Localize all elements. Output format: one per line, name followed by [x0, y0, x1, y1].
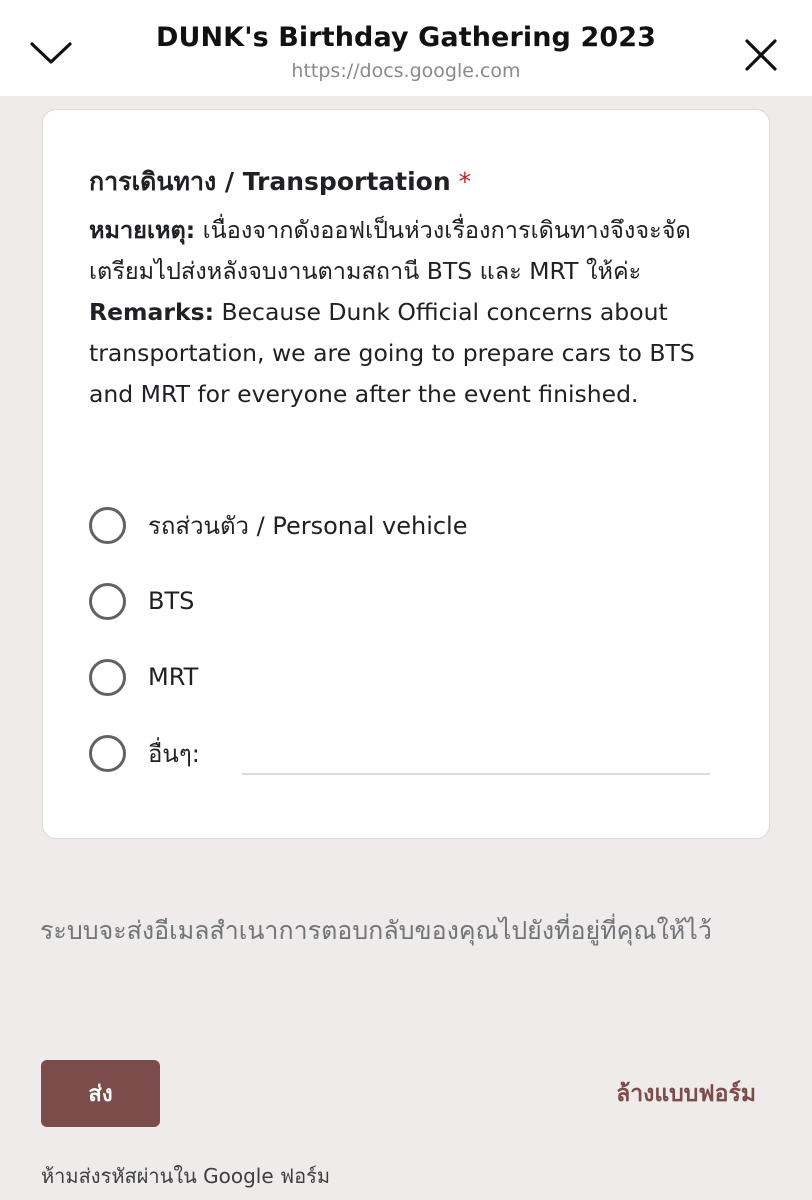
- required-asterisk: *: [458, 167, 472, 196]
- radio-button[interactable]: [89, 506, 126, 544]
- question-description: หมายเหตุ: เนื่องจากดังออฟเป็นห่วงเรื่องก…: [89, 210, 739, 415]
- option-label: MRT: [148, 663, 199, 691]
- radio-button[interactable]: [89, 658, 126, 696]
- submit-button[interactable]: ส่ง: [41, 1060, 160, 1127]
- other-text-input[interactable]: [242, 773, 710, 775]
- top-bar: DUNK's Birthday Gathering 2023 https://d…: [0, 0, 812, 96]
- note-english: Remarks: Because Dunk Official concerns …: [89, 292, 739, 415]
- page-url: https://docs.google.com: [291, 60, 521, 82]
- radio-button[interactable]: [89, 734, 126, 772]
- question-title: การเดินทาง / Transportation *: [89, 162, 471, 202]
- page-title: DUNK's Birthday Gathering 2023: [155, 22, 657, 53]
- option-label: อื่นๆ:: [148, 739, 200, 768]
- option-bts[interactable]: BTS: [89, 579, 729, 623]
- option-label: รถส่วนตัว / Personal vehicle: [148, 511, 468, 540]
- email-copy-notice: ระบบจะส่งอีเมลสำเนาการตอบกลับของคุณไปยัง…: [40, 916, 712, 945]
- close-icon[interactable]: [742, 36, 780, 74]
- question-title-text: การเดินทาง / Transportation: [89, 167, 451, 196]
- note-thai: หมายเหตุ: เนื่องจากดังออฟเป็นห่วงเรื่องก…: [89, 210, 739, 292]
- question-card: การเดินทาง / Transportation * หมายเหตุ: เ…: [42, 109, 770, 839]
- note-thai-label: หมายเหตุ:: [89, 216, 196, 244]
- note-english-label: Remarks:: [89, 298, 214, 326]
- clear-form-button[interactable]: ล้างแบบฟอร์ม: [616, 1076, 756, 1112]
- option-label: BTS: [148, 587, 195, 615]
- option-other[interactable]: อื่นๆ:: [89, 731, 229, 775]
- option-mrt[interactable]: MRT: [89, 655, 729, 699]
- radio-button[interactable]: [89, 582, 126, 620]
- chevron-down-icon[interactable]: [28, 34, 74, 70]
- option-personal-vehicle[interactable]: รถส่วนตัว / Personal vehicle: [89, 503, 729, 547]
- password-warning: ห้ามส่งรหัสผ่านใน Google ฟอร์ม: [41, 1164, 331, 1188]
